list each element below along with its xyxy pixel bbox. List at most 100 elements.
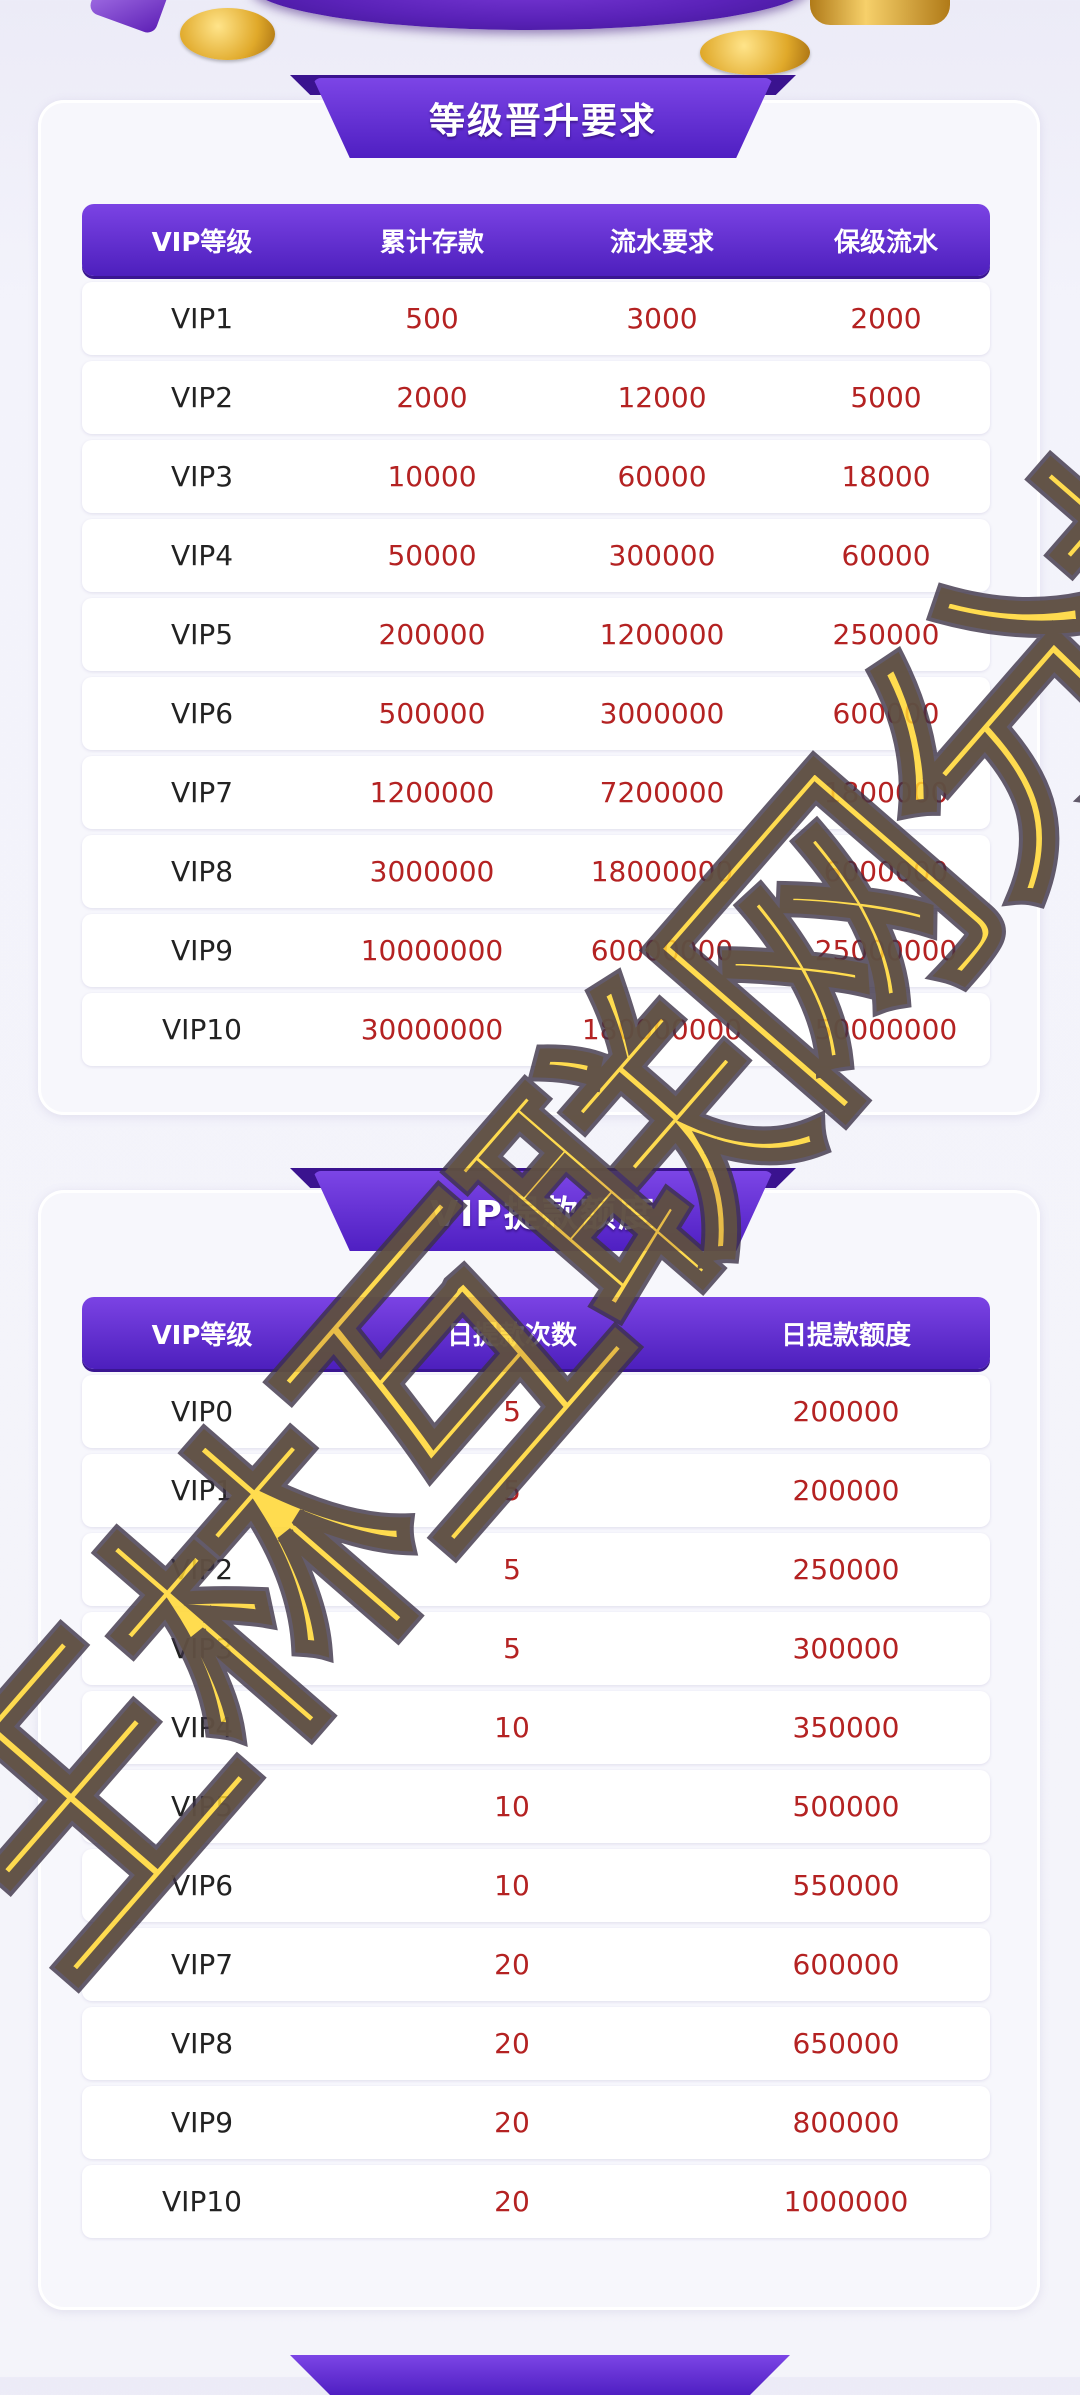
vip-level-cell: VIP10 — [162, 1013, 242, 1046]
total-deposit-cell: 3000000 — [369, 855, 495, 888]
daily-withdraw-limit-cell: 200000 — [792, 1474, 900, 1507]
withdraw-table-body: VIP0 5 200000 VIP1 5 200000 VIP2 5 250000 VIP3 5 30… — [82, 1375, 990, 2238]
vip-level-cell: VIP5 — [170, 1790, 234, 1823]
daily-withdraw-limit-cell: 1000000 — [783, 2185, 909, 2218]
vip-level-cell: VIP4 — [170, 539, 234, 572]
turnover-required-cell: 60000000 — [590, 934, 734, 967]
retain-turnover-cell: 2000 — [850, 302, 922, 335]
turnover-required-cell: 7200000 — [599, 776, 725, 809]
vip-level-cell: VIP4 — [170, 1711, 234, 1744]
retain-turnover-cell: 6000000 — [823, 855, 949, 888]
vip-level-cell: VIP3 — [170, 1632, 234, 1665]
table-row: VIP4 50000 300000 60000 — [82, 519, 990, 592]
gem-icon — [87, 0, 173, 36]
table-row: VIP3 5 300000 — [82, 1612, 990, 1685]
stage-platform — [250, 0, 810, 30]
header-vip-level: VIP等级 — [151, 227, 253, 258]
vip-level-cell: VIP7 — [170, 776, 234, 809]
daily-withdraw-count-cell: 20 — [494, 1948, 530, 1981]
table-row: VIP7 20 600000 — [82, 1928, 990, 2001]
total-deposit-cell: 200000 — [378, 618, 486, 651]
table-row: VIP4 10 350000 — [82, 1691, 990, 1764]
retain-turnover-cell: 18000 — [841, 460, 931, 493]
vip-level-cell: VIP7 — [170, 1948, 234, 1981]
vip-level-cell: VIP8 — [170, 2027, 234, 2060]
hero-banner — [0, 0, 1080, 80]
header-retain-turnover: 保级流水 — [833, 227, 938, 258]
daily-withdraw-count-cell: 10 — [494, 1869, 530, 1902]
total-deposit-cell: 10000000 — [360, 934, 504, 967]
vip-level-cell: VIP6 — [170, 1869, 234, 1902]
table-row: VIP9 10000000 60000000 25000000 — [82, 914, 990, 987]
vip-level-cell: VIP5 — [170, 618, 234, 651]
withdraw-table: VIP等级 日提款次数 日提款额度 VIP0 5 200000 VIP1 5 200000… — [82, 1297, 990, 2238]
turnover-required-cell: 60000 — [617, 460, 707, 493]
total-deposit-cell: 500 — [405, 302, 459, 335]
table-row: VIP1 5 200000 — [82, 1454, 990, 1527]
table-row: VIP5 10 500000 — [82, 1770, 990, 1843]
daily-withdraw-limit-cell: 200000 — [792, 1395, 900, 1428]
vip-level-cell: VIP2 — [170, 381, 234, 414]
retain-turnover-cell: 1800000 — [823, 776, 949, 809]
table-row: VIP8 3000000 18000000 6000000 — [82, 835, 990, 908]
table-row: VIP3 10000 60000 18000 — [82, 440, 990, 513]
daily-withdraw-limit-cell: 800000 — [792, 2106, 900, 2139]
daily-withdraw-count-cell: 10 — [494, 1711, 530, 1744]
table-row: VIP2 2000 12000 5000 — [82, 361, 990, 434]
vip-level-cell: VIP9 — [170, 934, 234, 967]
vip-level-cell: VIP9 — [170, 2106, 234, 2139]
table-row: VIP10 20 1000000 — [82, 2165, 990, 2238]
vip-level-cell: VIP1 — [170, 302, 234, 335]
vip-level-cell: VIP10 — [162, 2185, 242, 2218]
daily-withdraw-limit-cell: 350000 — [792, 1711, 900, 1744]
turnover-required-cell: 3000 — [626, 302, 698, 335]
header-vip-level: VIP等级 — [151, 1320, 253, 1351]
vip-level-cell: VIP3 — [170, 460, 234, 493]
retain-turnover-cell: 5000 — [850, 381, 922, 414]
table-row: VIP5 200000 1200000 250000 — [82, 598, 990, 671]
total-deposit-cell: 1200000 — [369, 776, 495, 809]
table-row: VIP8 20 650000 — [82, 2007, 990, 2080]
total-deposit-cell: 50000 — [387, 539, 477, 572]
table-row: VIP6 10 550000 — [82, 1849, 990, 1922]
daily-withdraw-limit-cell: 500000 — [792, 1790, 900, 1823]
retain-turnover-cell: 50000000 — [814, 1013, 958, 1046]
daily-withdraw-count-cell: 5 — [503, 1474, 521, 1507]
header-daily-withdraw-count: 日提款次数 — [446, 1320, 577, 1351]
header-turnover-required: 流水要求 — [609, 227, 714, 258]
upgrade-table: VIP等级 累计存款 流水要求 保级流水 VIP1 500 3000 2000 VIP2… — [82, 204, 990, 1066]
turnover-required-cell: 300000 — [608, 539, 716, 572]
daily-withdraw-count-cell: 5 — [503, 1395, 521, 1428]
next-section-title-bar — [290, 2355, 790, 2395]
daily-withdraw-count-cell: 20 — [494, 2027, 530, 2060]
turnover-required-cell: 18000000 — [590, 855, 734, 888]
turnover-required-cell: 3000000 — [599, 697, 725, 730]
gold-bar-icon — [810, 0, 950, 25]
daily-withdraw-limit-cell: 600000 — [792, 1948, 900, 1981]
vip-level-cell: VIP0 — [170, 1395, 234, 1428]
turnover-required-cell: 180000000 — [581, 1013, 743, 1046]
retain-turnover-cell: 600000 — [832, 697, 940, 730]
vip-level-cell: VIP6 — [170, 697, 234, 730]
total-deposit-cell: 500000 — [378, 697, 486, 730]
vip-level-cell: VIP1 — [170, 1474, 234, 1507]
upgrade-table-body: VIP1 500 3000 2000 VIP2 2000 12000 5000 VIP3 1000… — [82, 282, 990, 1066]
total-deposit-cell: 30000000 — [360, 1013, 504, 1046]
vip-level-cell: VIP8 — [170, 855, 234, 888]
turnover-required-cell: 1200000 — [599, 618, 725, 651]
coin-icon — [180, 8, 275, 60]
daily-withdraw-count-cell: 5 — [503, 1632, 521, 1665]
total-deposit-cell: 2000 — [396, 381, 468, 414]
daily-withdraw-count-cell: 20 — [494, 2185, 530, 2218]
coin-icon — [700, 30, 810, 75]
withdraw-table-header: VIP等级 日提款次数 日提款额度 — [82, 1297, 990, 1369]
daily-withdraw-count-cell: 5 — [503, 1553, 521, 1586]
daily-withdraw-limit-cell: 650000 — [792, 2027, 900, 2060]
daily-withdraw-count-cell: 20 — [494, 2106, 530, 2139]
table-row: VIP9 20 800000 — [82, 2086, 990, 2159]
withdraw-section-title: VIP提款额度 — [313, 1171, 773, 1251]
upgrade-table-header: VIP等级 累计存款 流水要求 保级流水 — [82, 204, 990, 276]
table-row: VIP7 1200000 7200000 1800000 — [82, 756, 990, 829]
vip-level-cell: VIP2 — [170, 1553, 234, 1586]
daily-withdraw-count-cell: 10 — [494, 1790, 530, 1823]
